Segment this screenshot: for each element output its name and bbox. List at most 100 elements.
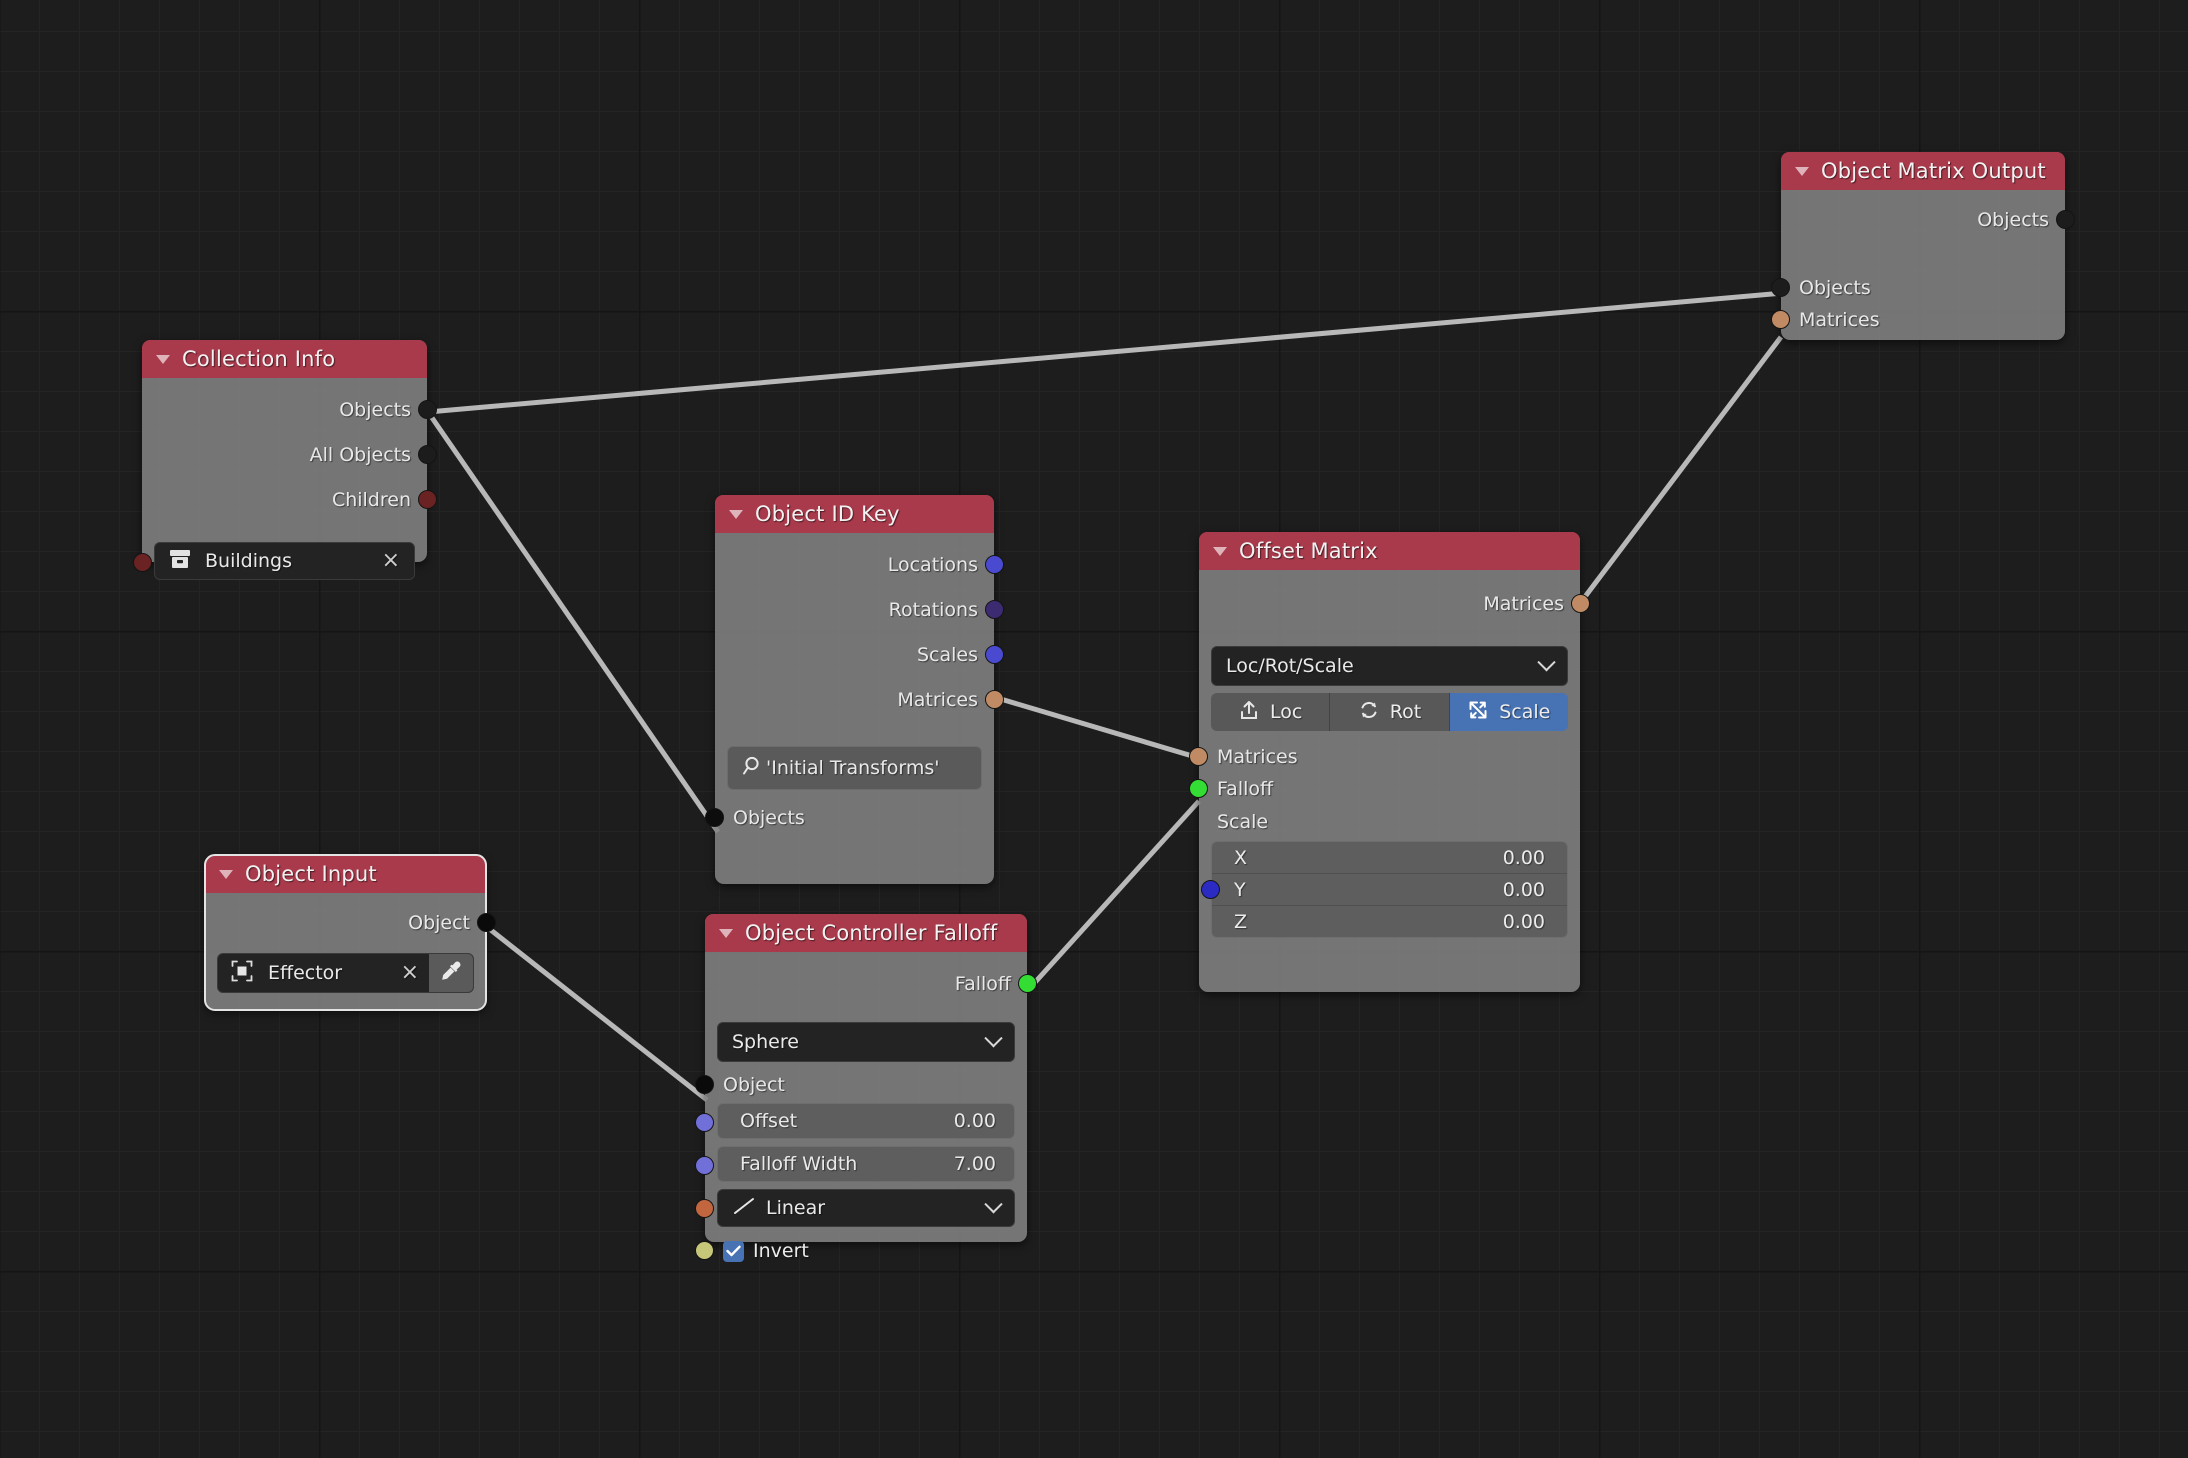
- link-falloff-to-offsetmatrix: [1027, 799, 1201, 991]
- clear-object-button[interactable]: ×: [401, 962, 419, 984]
- socket-falloff-output[interactable]: [1018, 974, 1037, 993]
- output-label: Objects: [1977, 209, 2049, 231]
- interpolation-dropdown[interactable]: Linear: [695, 1189, 1015, 1227]
- output-socket-row[interactable]: Children: [142, 484, 437, 516]
- eyedropper-button[interactable]: [429, 954, 473, 992]
- collapse-triangle-icon[interactable]: [729, 509, 743, 519]
- collapse-triangle-icon[interactable]: [1795, 166, 1809, 176]
- shape-dropdown[interactable]: Sphere: [717, 1022, 1015, 1062]
- scale-x-field[interactable]: X 0.00: [1212, 842, 1567, 874]
- socket-children-output[interactable]: [418, 490, 437, 509]
- socket-scales-output[interactable]: [985, 645, 1004, 664]
- offset-field[interactable]: Offset 0.00: [695, 1103, 1015, 1139]
- output-label: Object: [408, 912, 470, 934]
- output-socket-row[interactable]: All Objects: [142, 439, 437, 471]
- chevron-down-icon: [1537, 652, 1556, 671]
- output-socket-row[interactable]: Locations: [715, 549, 1004, 581]
- toggle-scale[interactable]: Scale: [1449, 693, 1568, 731]
- output-label: Matrices: [897, 689, 978, 711]
- input-socket-row[interactable]: Objects: [705, 802, 994, 834]
- socket-matrices-output[interactable]: [985, 690, 1004, 709]
- toggle-loc-label: Loc: [1270, 701, 1303, 723]
- object-input-row[interactable]: Object: [695, 1069, 1027, 1101]
- collapse-triangle-icon[interactable]: [156, 354, 170, 364]
- socket-matrices-input[interactable]: [1771, 310, 1790, 329]
- output-socket-row[interactable]: Object: [205, 907, 496, 939]
- collapse-triangle-icon[interactable]: [1213, 546, 1227, 556]
- input-socket-row[interactable]: Matrices: [1189, 741, 1580, 773]
- socket-objects-output[interactable]: [418, 400, 437, 419]
- input-label: Objects: [1799, 277, 1871, 299]
- output-label: All Objects: [309, 444, 411, 466]
- node-header[interactable]: Object ID Key: [715, 495, 994, 533]
- socket-objects-output[interactable]: [2056, 210, 2075, 229]
- output-socket-row[interactable]: Objects: [142, 394, 437, 426]
- socket-objects-input[interactable]: [1771, 278, 1790, 297]
- output-socket-row[interactable]: Matrices: [1199, 588, 1590, 620]
- scale-y-field[interactable]: Y 0.00: [1212, 874, 1567, 906]
- invert-checkbox[interactable]: [723, 1240, 744, 1262]
- socket-objects-input[interactable]: [705, 808, 724, 827]
- node-object-controller-falloff[interactable]: Object Controller Falloff Falloff Sphere…: [695, 914, 1037, 1262]
- transform-toggle-group[interactable]: Loc Rot Scale: [1211, 693, 1568, 731]
- socket-locations-output[interactable]: [985, 555, 1004, 574]
- output-socket-row[interactable]: Rotations: [715, 594, 1004, 626]
- mode-dropdown[interactable]: Loc/Rot/Scale: [1211, 646, 1568, 686]
- node-object-input[interactable]: Object Input Object Effector ×: [204, 854, 496, 1011]
- toggle-rot[interactable]: Rot: [1330, 693, 1450, 731]
- node-offset-matrix[interactable]: Offset Matrix Matrices Loc/Rot/Scale Loc…: [1189, 532, 1590, 992]
- node-header[interactable]: Object Controller Falloff: [705, 914, 1027, 952]
- output-socket-row[interactable]: Objects: [1781, 204, 2075, 236]
- collapse-triangle-icon[interactable]: [719, 928, 733, 938]
- output-socket-row[interactable]: Falloff: [705, 968, 1037, 1000]
- input-socket-row[interactable]: Matrices: [1771, 304, 2065, 336]
- offset-value: 0.00: [953, 1110, 996, 1132]
- output-socket-row[interactable]: Scales: [715, 639, 1004, 671]
- invert-checkbox-row[interactable]: Invert: [695, 1234, 1027, 1268]
- object-name: Effector: [268, 962, 343, 984]
- node-object-id-key[interactable]: Object ID Key Locations Rotations Scales…: [705, 495, 1004, 884]
- node-header[interactable]: Offset Matrix: [1199, 532, 1580, 570]
- socket-invert-input[interactable]: [695, 1241, 714, 1260]
- id-key-search-field[interactable]: 'Initial Transforms': [727, 746, 982, 790]
- output-label: Scales: [916, 644, 978, 666]
- socket-object-input[interactable]: [695, 1075, 714, 1094]
- node-body: Objects All Objects Children Buildings ×: [133, 378, 437, 580]
- rot-icon: [1358, 699, 1380, 726]
- scale-x-label: X: [1234, 846, 1248, 869]
- socket-offset-input[interactable]: [695, 1113, 714, 1132]
- collection-field[interactable]: Buildings ×: [133, 542, 415, 580]
- socket-interpolation-input[interactable]: [695, 1199, 714, 1218]
- input-label: Objects: [733, 807, 805, 829]
- node-editor-canvas[interactable]: Object Matrix Output Objects Objects Mat…: [0, 0, 2188, 1458]
- node-header[interactable]: Object Matrix Output: [1781, 152, 2065, 190]
- scale-vector-field[interactable]: X 0.00 Y 0.00 Z 0.00: [1201, 841, 1568, 938]
- input-socket-row[interactable]: Falloff: [1189, 773, 1580, 805]
- socket-matrices-input[interactable]: [1189, 747, 1208, 766]
- collapse-triangle-icon[interactable]: [219, 869, 233, 879]
- input-socket-row[interactable]: Objects: [1771, 272, 2065, 304]
- node-header[interactable]: Object Input: [205, 855, 486, 893]
- socket-matrices-output[interactable]: [1571, 594, 1590, 613]
- offset-label: Offset: [740, 1110, 798, 1132]
- toggle-loc[interactable]: Loc: [1211, 693, 1331, 731]
- socket-falloff-width-input[interactable]: [695, 1156, 714, 1175]
- output-label: Children: [331, 489, 411, 511]
- socket-all-objects-output[interactable]: [418, 445, 437, 464]
- socket-collection-input[interactable]: [133, 553, 152, 572]
- object-field[interactable]: Effector ×: [217, 953, 474, 993]
- node-title: Offset Matrix: [1239, 539, 1378, 563]
- node-collection-info[interactable]: Collection Info Objects All Objects Chil…: [133, 340, 437, 580]
- clear-collection-button[interactable]: ×: [382, 550, 400, 572]
- socket-object-output[interactable]: [477, 913, 496, 932]
- scale-z-field[interactable]: Z 0.00: [1212, 906, 1567, 937]
- falloff-width-field[interactable]: Falloff Width 7.00: [695, 1146, 1015, 1182]
- socket-rotations-output[interactable]: [985, 600, 1004, 619]
- node-body: Object Effector ×: [205, 893, 496, 1010]
- output-socket-row[interactable]: Matrices: [715, 684, 1004, 716]
- node-object-matrix-output[interactable]: Object Matrix Output Objects Objects Mat…: [1771, 152, 2075, 340]
- node-header[interactable]: Collection Info: [142, 340, 427, 378]
- link-objectidkey-to-offsetmatrix: [993, 694, 1200, 761]
- scale-icon: [1467, 699, 1489, 726]
- socket-falloff-input[interactable]: [1189, 779, 1208, 798]
